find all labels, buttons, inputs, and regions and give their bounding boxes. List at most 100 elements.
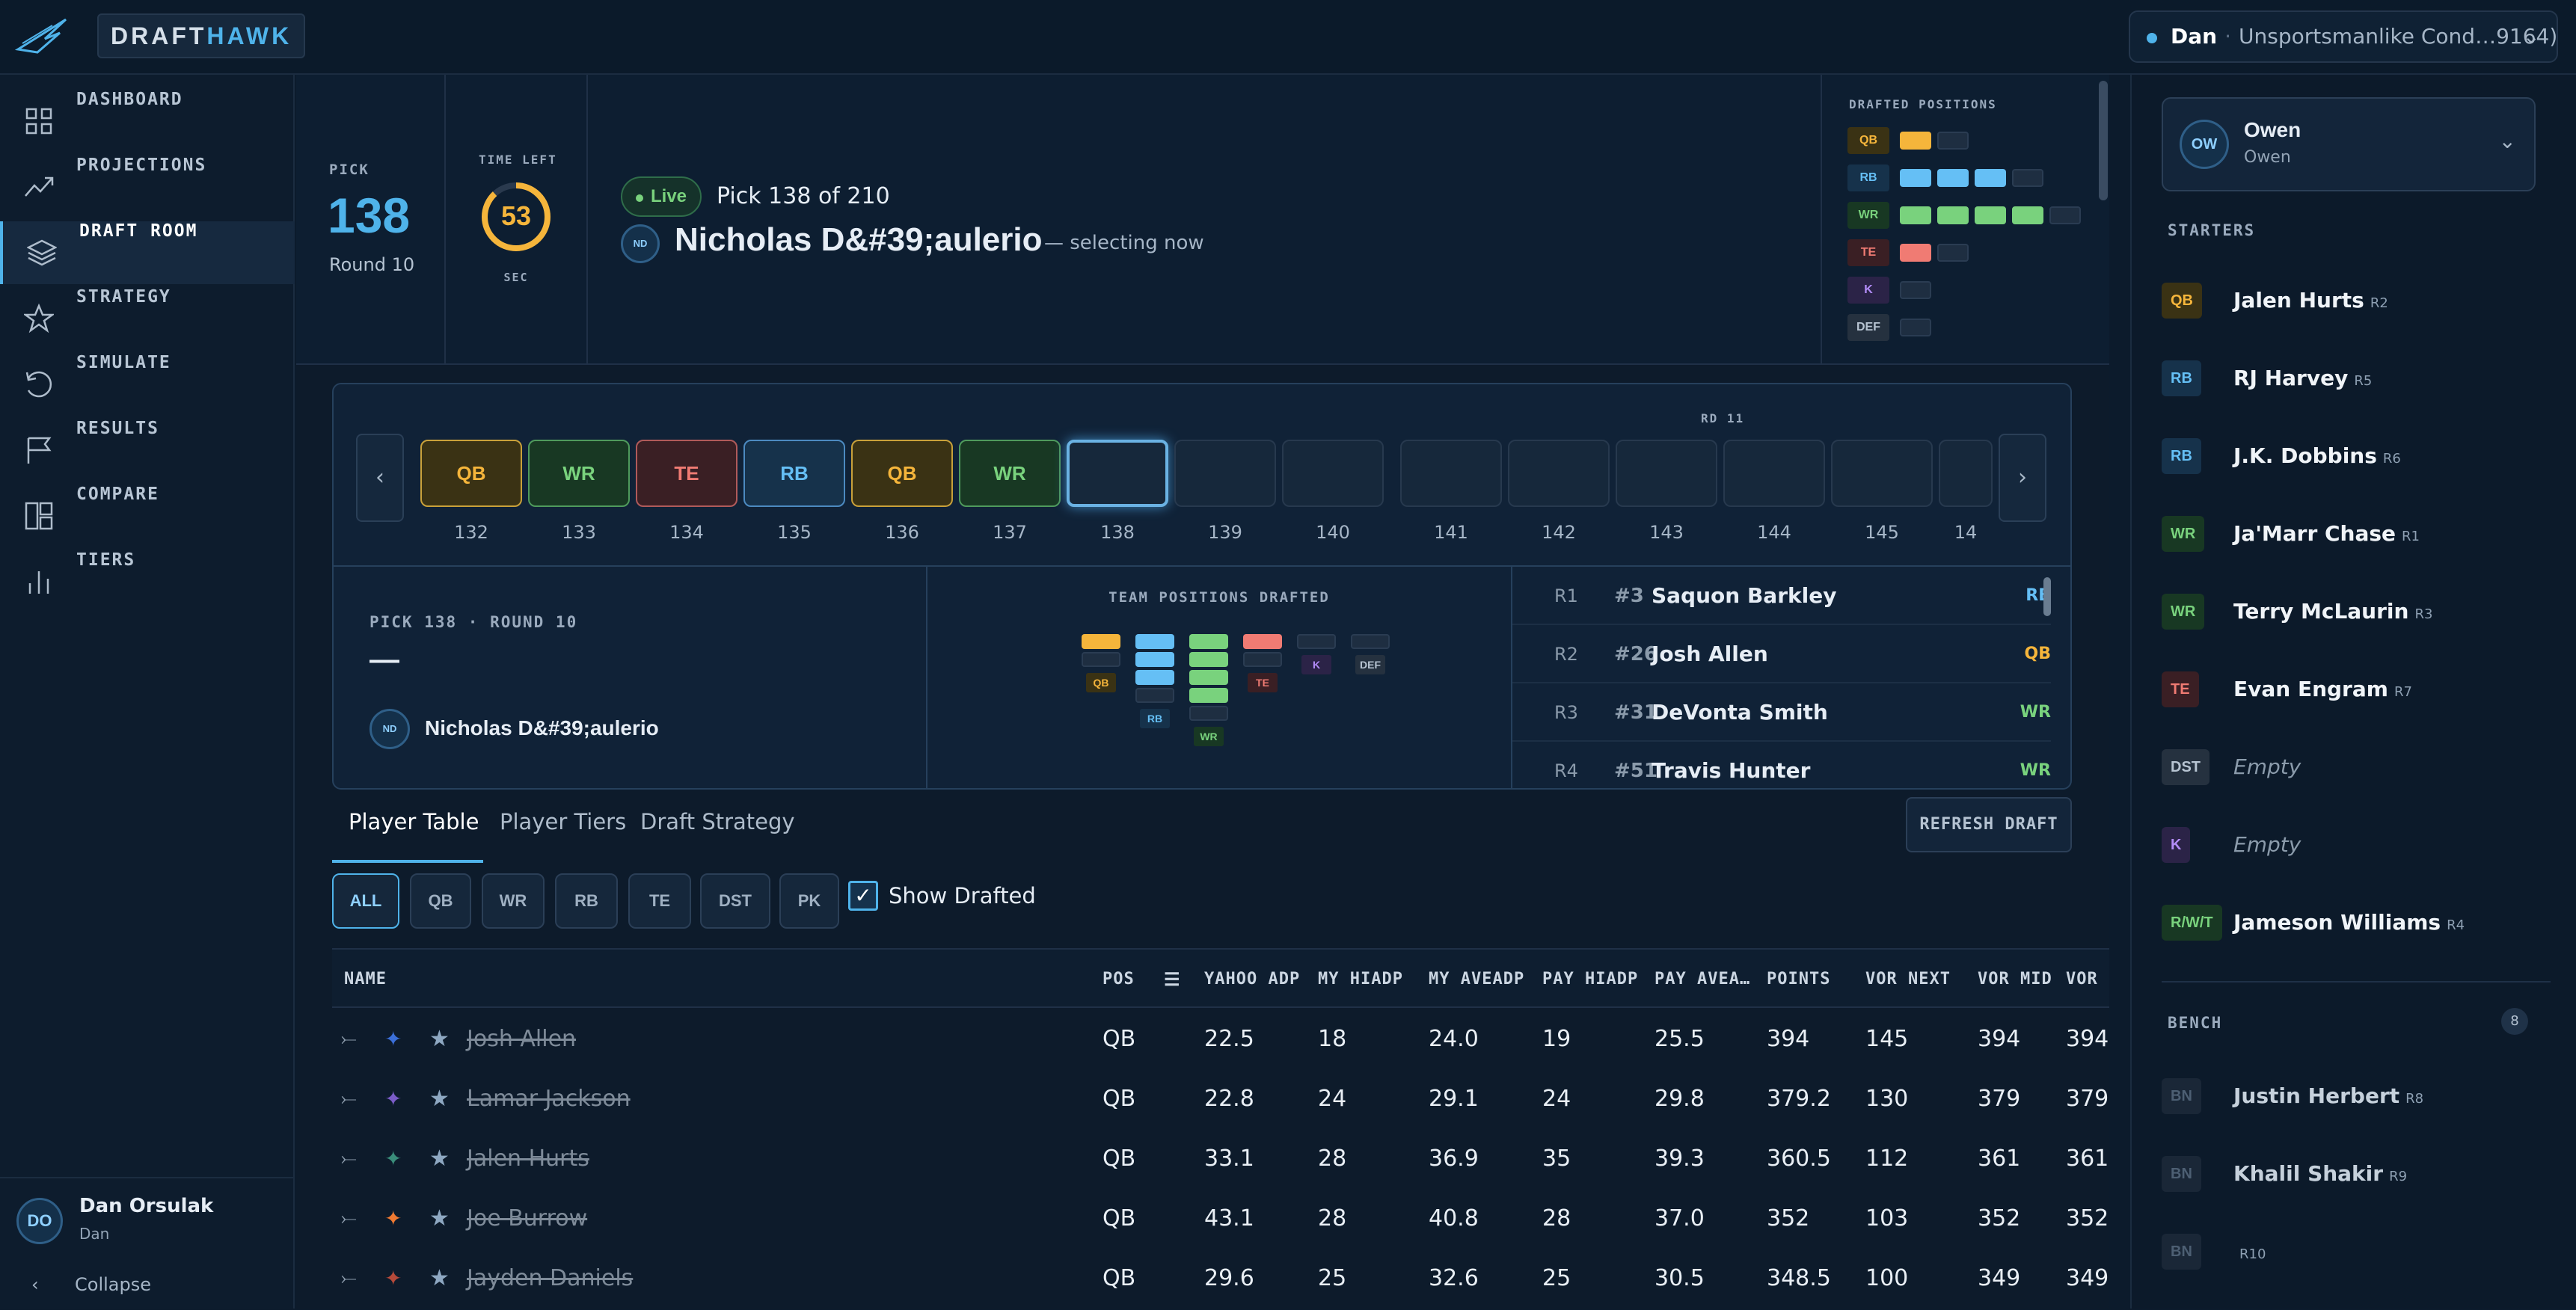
favorite-star-icon[interactable]: ★ [429, 1189, 450, 1249]
draft-pick-chip[interactable] [1616, 440, 1717, 507]
table-row[interactable]: ⤚ ✦ ★ Jalen Hurts QB 33.1 28 36.9 35 39.3 360.5 112… [332, 1129, 2109, 1189]
filter-qb-button[interactable]: QB [410, 873, 471, 929]
favorite-star-icon[interactable]: ★ [429, 1249, 450, 1309]
draft-log-row[interactable]: R1 #3 Saquon Barkley RB [1512, 567, 2051, 625]
cell-aveadp: 40.8 [1429, 1205, 1479, 1231]
starter-slot[interactable]: TE Evan Engram R7 [2162, 651, 2551, 728]
column-header[interactable]: POINTS [1767, 950, 1830, 1009]
draft-pick-chip[interactable]: WR [528, 440, 630, 507]
draft-pick-chip[interactable] [1282, 440, 1384, 507]
starter-slot[interactable]: RB J.K. Dobbins R6 [2162, 417, 2551, 495]
brand-logo[interactable]: DRAFTHAWK [97, 13, 306, 58]
bench-slot[interactable]: BN R10 [2162, 1213, 2551, 1291]
column-header[interactable]: YAHOO ADP [1204, 950, 1300, 1009]
draft-pick-chip[interactable]: WR [959, 440, 1061, 507]
table-row[interactable]: ⤚ ✦ ★ Lamar Jackson QB 22.8 24 29.1 24 29.8 379.2 1… [332, 1069, 2109, 1129]
timer-box: TIME LEFT 53 SEC [446, 75, 588, 365]
starter-slot[interactable]: K Empty [2162, 806, 2551, 884]
league-selector[interactable]: Dan · Unsportsmanlike Cond…9164) ⌄ [2129, 10, 2558, 63]
team-selector[interactable]: OW Owen Owen ⌄ [2162, 97, 2536, 191]
draft-log-row[interactable]: R2 #26 Josh Allen QB [1512, 625, 2051, 683]
log-scrollbar[interactable] [2043, 577, 2051, 616]
player-name[interactable]: Joe Burrow [467, 1189, 587, 1249]
carousel-next-button[interactable]: › [1999, 434, 2046, 522]
draft-pick-chip[interactable] [1831, 440, 1933, 507]
column-header[interactable]: VOR MID [1978, 950, 2052, 1009]
starter-slot[interactable]: R/W/T Jameson Williams R4 [2162, 884, 2551, 962]
nav-projections[interactable]: PROJECTIONS [0, 156, 295, 218]
filter-all-button[interactable]: ALL [332, 873, 399, 929]
current-drafter: Nicholas D&#39;aulerio [675, 221, 1043, 258]
filter-dst-button[interactable]: DST [700, 873, 770, 929]
slot-position-badge: K [2162, 827, 2191, 863]
draft-pick-chip[interactable] [1508, 440, 1610, 507]
column-header[interactable]: VOR [2066, 950, 2098, 1009]
draft-pick-chip[interactable] [1939, 440, 1993, 507]
draft-pick-chip[interactable] [1723, 440, 1825, 507]
draft-log-list[interactable]: R1 #3 Saquon Barkley RB R2 #26 Josh Allen QB R3 #… [1512, 567, 2070, 788]
column-header[interactable]: POS [1103, 950, 1135, 1009]
nav-compare[interactable]: COMPARE [0, 485, 295, 547]
tab-draft-strategy[interactable]: Draft Strategy [640, 809, 795, 834]
main-scrollbar[interactable] [2099, 81, 2108, 200]
column-header[interactable]: VOR NEXT [1865, 950, 1951, 1009]
nav-dashboard[interactable]: DASHBOARD [0, 90, 295, 153]
draft-log-row[interactable]: R3 #31 DeVonta Smith WR [1512, 683, 2051, 742]
table-row[interactable]: ⤚ ✦ ★ Joe Burrow QB 43.1 28 40.8 28 37.0 352 103 352… [332, 1189, 2109, 1249]
player-name[interactable]: Lamar Jackson [467, 1069, 631, 1129]
bench-slot[interactable]: BN Justin Herbert R8 [2162, 1057, 2551, 1135]
favorite-star-icon[interactable]: ★ [429, 1129, 450, 1189]
tab-player-tiers[interactable]: Player Tiers [500, 809, 626, 834]
starter-slot[interactable]: RB RJ Harvey R5 [2162, 339, 2551, 417]
collapse-button[interactable]: ‹ Collapse [0, 1259, 295, 1310]
nav-results[interactable]: RESULTS [0, 419, 295, 482]
tab-player-table[interactable]: Player Table [349, 809, 479, 834]
column-header[interactable]: PAY HIADP [1542, 950, 1638, 1009]
drafted-hawk-icon[interactable]: ⤚ [341, 1129, 357, 1189]
nav-draft-room[interactable]: DRAFT ROOM [0, 221, 295, 284]
column-header[interactable]: MY AVEADP [1429, 950, 1524, 1009]
nav-simulate[interactable]: SIMULATE [0, 353, 295, 416]
starter-slot[interactable]: WR Ja'Marr Chase R1 [2162, 495, 2551, 573]
player-name[interactable]: Jalen Hurts [467, 1129, 589, 1189]
refresh-draft-button[interactable]: REFRESH DRAFT [1906, 797, 2072, 852]
table-row[interactable]: ⤚ ✦ ★ Josh Allen QB 22.5 18 24.0 19 25.5 394 145 394… [332, 1009, 2109, 1069]
filter-wr-button[interactable]: WR [482, 873, 545, 929]
drafted-pos-slot [1900, 206, 1931, 224]
draft-pick-chip[interactable] [1067, 440, 1168, 507]
starter-slot[interactable]: WR Terry McLaurin R3 [2162, 573, 2551, 651]
drafted-hawk-icon[interactable]: ⤚ [341, 1249, 357, 1309]
carousel-prev-button[interactable]: ‹ [356, 434, 404, 522]
sidebar-user[interactable]: DO Dan Orsulak Dan ‹ Collapse [0, 1177, 295, 1309]
bench-slot[interactable]: BN Khalil Shakir R9 [2162, 1135, 2551, 1213]
nav-tiers[interactable]: TIERS [0, 550, 295, 613]
filter-te-button[interactable]: TE [628, 873, 691, 929]
column-header[interactable]: PAY AVEA… [1655, 950, 1750, 1009]
draft-pick-chip[interactable]: QB [851, 440, 953, 507]
draft-pick-chip[interactable] [1174, 440, 1276, 507]
draft-pick-chip[interactable]: QB [420, 440, 522, 507]
drafted-hawk-icon[interactable]: ⤚ [341, 1009, 357, 1069]
filter-rb-button[interactable]: RB [555, 873, 618, 929]
table-row[interactable]: ⤚ ✦ ★ Jayden Daniels QB 29.6 25 32.6 25 30.5 348.5… [332, 1249, 2109, 1309]
nav-strategy[interactable]: STRATEGY [0, 287, 295, 350]
draft-pick-chip[interactable]: TE [636, 440, 737, 507]
starter-slot[interactable]: QB Jalen Hurts R2 [2162, 262, 2551, 339]
column-header[interactable]: NAME [344, 950, 387, 1009]
draft-pick-chip[interactable]: RB [743, 440, 845, 507]
drafted-hawk-icon[interactable]: ⤚ [341, 1069, 357, 1129]
drafted-hawk-icon[interactable]: ⤚ [341, 1189, 357, 1249]
draft-pick-chip[interactable] [1400, 440, 1502, 507]
filter-pk-button[interactable]: PK [779, 873, 839, 929]
filter-icon[interactable]: ☰ [1164, 950, 1181, 1009]
show-drafted-checkbox[interactable]: ✓ [848, 881, 878, 911]
draft-pick-number: 143 [1649, 522, 1684, 543]
player-name[interactable]: Jayden Daniels [467, 1249, 633, 1309]
favorite-star-icon[interactable]: ★ [429, 1009, 450, 1069]
player-name[interactable]: Josh Allen [467, 1009, 576, 1069]
draft-log-row[interactable]: R4 #51 Travis Hunter WR [1512, 742, 2051, 788]
team-pos-label: RB [1140, 709, 1170, 728]
column-header[interactable]: MY HIADP [1318, 950, 1403, 1009]
starter-slot[interactable]: DST Empty [2162, 728, 2551, 806]
favorite-star-icon[interactable]: ★ [429, 1069, 450, 1129]
